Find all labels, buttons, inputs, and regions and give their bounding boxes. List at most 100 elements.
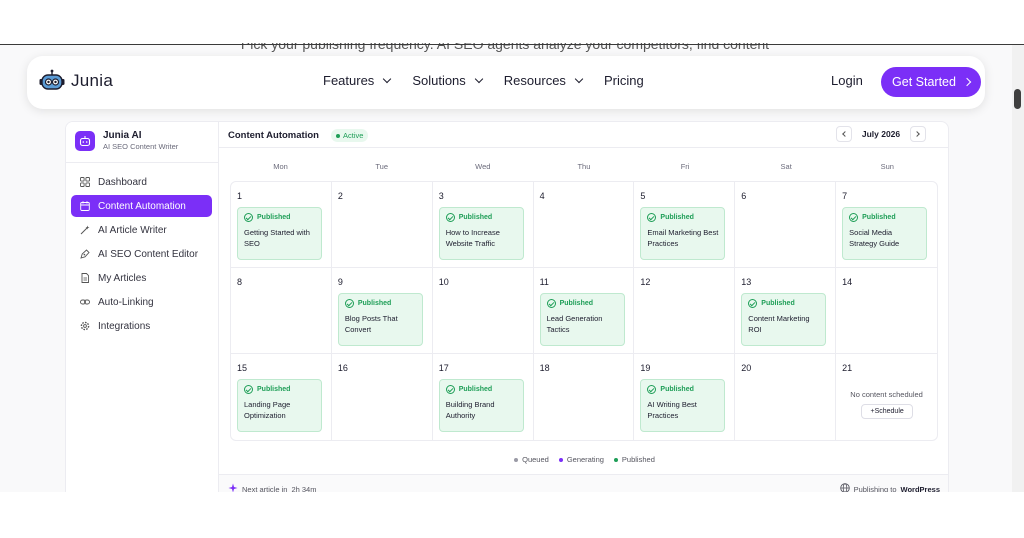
calendar-day-cell[interactable]: 12: [634, 268, 736, 354]
sidebar-item-my-articles[interactable]: My Articles: [71, 267, 212, 289]
chevron-left-icon: [842, 131, 848, 137]
nav-resources[interactable]: Resources: [504, 73, 584, 88]
calendar-day-cell[interactable]: 19 Published AI Writing Best Practices: [634, 354, 736, 440]
chevron-down-icon: [574, 74, 584, 84]
article-status-label: Published: [559, 300, 594, 307]
article-status: Published: [647, 385, 718, 394]
weekday-label: Tue: [375, 162, 389, 171]
calendar-day-cell[interactable]: 6: [735, 182, 837, 268]
article-card[interactable]: Published Building Brand Authority: [438, 379, 524, 432]
article-title: Lead Generation Tactics: [546, 314, 603, 334]
calendar-day-cell[interactable]: 18: [534, 354, 635, 440]
nav-links: Features Solutions Resources Pricing: [323, 73, 644, 88]
calendar-day-cell[interactable]: 2: [331, 182, 433, 268]
legend-label: Published: [621, 455, 655, 464]
check-circle-icon: [647, 213, 657, 222]
article-card[interactable]: Published Blog Posts That Convert: [337, 293, 423, 346]
page: Pick your publishing frequency. AI SEO a…: [0, 0, 1024, 538]
brand-name: Junia AI: [103, 130, 142, 141]
calendar-day-cell[interactable]: 16: [332, 354, 433, 440]
calendar-day-cell[interactable]: 15 Published Landing Page Optimization: [231, 354, 332, 440]
document-icon: [80, 273, 90, 283]
chevron-right-icon: [962, 77, 972, 87]
sidebar-item-content-automation[interactable]: Content Automation: [71, 195, 212, 217]
prev-month-button[interactable]: [836, 126, 852, 142]
day-number: 1: [237, 191, 243, 201]
chevron-down-icon: [383, 74, 392, 84]
day-number: 15: [237, 363, 248, 373]
nav-pricing[interactable]: Pricing: [604, 73, 644, 88]
article-status: Published: [244, 385, 315, 394]
sidebar-item-dashboard[interactable]: Dashboard: [71, 171, 212, 193]
article-status: Published: [748, 299, 819, 308]
check-circle-icon: [344, 299, 354, 308]
calendar-day-cell[interactable]: 13 Published Content Marketing ROI: [735, 268, 837, 354]
sidebar-item-label: AI SEO Content Editor: [98, 248, 199, 260]
calendar-day-cell[interactable]: 11 Published Lead Generation Tactics: [533, 268, 635, 354]
article-card[interactable]: Published Lead Generation Tactics: [539, 293, 625, 346]
calendar-day-cell[interactable]: 20: [735, 354, 837, 440]
get-started-label: Get Started: [892, 75, 956, 89]
check-circle-icon: [748, 299, 758, 308]
logo[interactable]: Junia: [39, 69, 113, 93]
calendar-day-cell[interactable]: 7 Published Social Media Strategy Guide: [836, 182, 937, 268]
scrollbar-thumb[interactable]: [1014, 89, 1021, 109]
day-number: 18: [539, 363, 550, 373]
article-card[interactable]: Published Social Media Strategy Guide: [842, 207, 928, 260]
schedule-button[interactable]: +Schedule: [861, 404, 914, 419]
calendar-day-cell[interactable]: 10: [432, 268, 534, 354]
brand-subtitle: AI SEO Content Writer: [103, 142, 179, 151]
weekday-label: Wed: [475, 162, 491, 171]
calendar-day-cell[interactable]: 14: [836, 268, 937, 354]
sidebar-item-ai-article-writer[interactable]: AI Article Writer: [71, 219, 212, 241]
calendar-day-cell[interactable]: 3 Published How to Increase Website Traffi…: [432, 182, 534, 268]
article-status-label: Published: [862, 214, 896, 221]
sidebar-menu: Dashboard Content Automation AI Article …: [71, 171, 212, 339]
legend-label: Generating: [566, 455, 604, 464]
chevron-down-icon: [474, 74, 484, 84]
day-number: 10: [438, 277, 449, 287]
scrollbar[interactable]: [1012, 45, 1024, 492]
sidebar-item-label: Content Automation: [98, 200, 186, 212]
status-badge: Active: [331, 129, 369, 142]
main-panel: Content Automation Active July 2026 Mon …: [219, 122, 948, 500]
article-status: Published: [647, 213, 718, 222]
article-title: Building Brand Authority: [445, 400, 495, 420]
article-title: Content Marketing ROI: [748, 314, 810, 334]
sidebar-item-integrations[interactable]: Integrations: [71, 315, 212, 337]
check-circle-icon: [546, 299, 556, 308]
day-number: 14: [842, 277, 853, 287]
calendar-day-cell[interactable]: 1 Published Getting Started with SEO: [231, 182, 332, 268]
nav-solutions[interactable]: Solutions: [412, 73, 484, 88]
article-card[interactable]: Published Email Marketing Best Practices: [640, 207, 726, 260]
day-number: 21: [842, 363, 853, 373]
link-icon: [80, 297, 90, 307]
calendar-day-cell[interactable]: 4: [533, 182, 635, 268]
calendar-day-cell[interactable]: 21 No content scheduled +Schedule: [836, 354, 937, 440]
robot-logo-icon: [39, 69, 65, 93]
calendar-legend: Queued Generating Published: [219, 455, 948, 464]
month-label: July 2026: [861, 129, 901, 139]
sidebar-item-auto-linking[interactable]: Auto-Linking: [71, 291, 212, 313]
calendar-day-cell[interactable]: 9 Published Blog Posts That Convert: [331, 268, 433, 354]
article-card[interactable]: Published Landing Page Optimization: [237, 379, 322, 432]
calendar-day-cell[interactable]: 5 Published Email Marketing Best Practices: [634, 182, 736, 268]
status-badge-label: Active: [343, 131, 364, 140]
login-link[interactable]: Login: [831, 73, 863, 88]
article-title: Getting Started with SEO: [244, 228, 310, 248]
article-status: Published: [445, 385, 517, 394]
sidebar-item-label: Auto-Linking: [98, 296, 154, 308]
weekday-label: Thu: [577, 162, 591, 171]
article-card[interactable]: Published Content Marketing ROI: [741, 293, 827, 346]
article-card[interactable]: Published Getting Started with SEO: [237, 207, 322, 260]
get-started-button[interactable]: Get Started: [881, 67, 981, 97]
weekday-header: Mon Tue Wed Thu Fri Sat Sun: [230, 162, 938, 171]
calendar-day-cell[interactable]: 8: [231, 268, 332, 354]
article-card[interactable]: Published How to Increase Website Traffic: [438, 207, 524, 260]
calendar-day-cell[interactable]: 17 Published Building Brand Authority: [433, 354, 534, 440]
article-card[interactable]: Published AI Writing Best Practices: [640, 379, 726, 432]
next-month-button[interactable]: [910, 126, 926, 142]
nav-features[interactable]: Features: [323, 73, 392, 88]
top-divider: [0, 44, 1024, 45]
sidebar-item-ai-seo-content-editor[interactable]: AI SEO Content Editor: [71, 243, 212, 265]
